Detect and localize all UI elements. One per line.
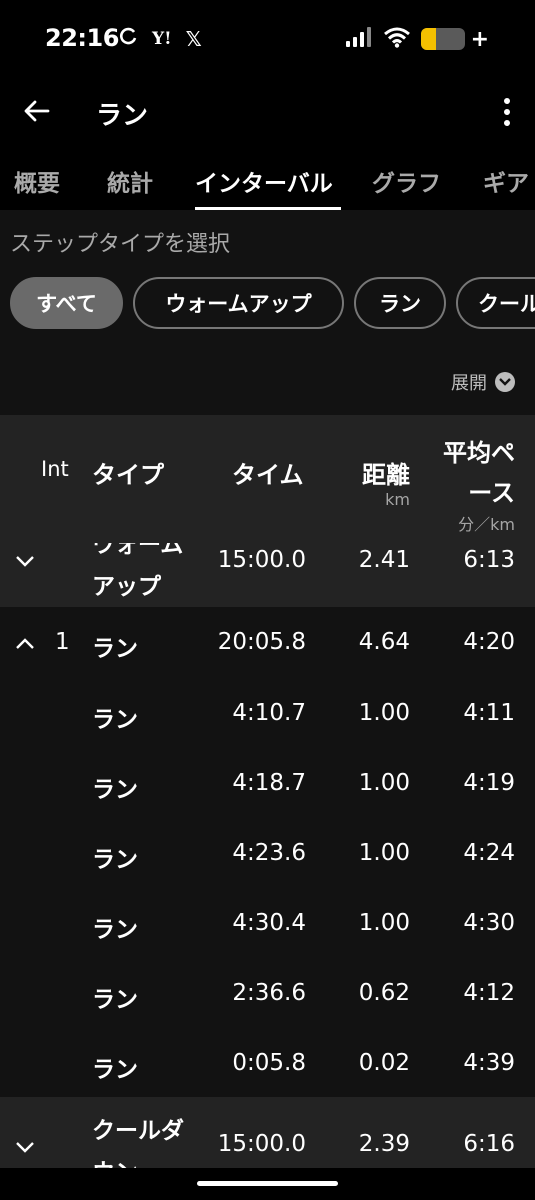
table-row: ラン 4:23.6 1.00 4:24 — [0, 817, 535, 887]
row-distance: 1.00 — [358, 770, 410, 796]
header-distance-unit: km — [385, 490, 410, 509]
row-type: ラン — [92, 636, 138, 662]
sync-icon — [118, 26, 138, 51]
step-type-title: ステップタイプを選択 — [10, 232, 231, 257]
chevron-up-icon[interactable] — [14, 636, 36, 650]
header-pace-line2: ース — [468, 479, 515, 507]
row-type: ラン — [92, 1057, 138, 1083]
row-time: 0:05.8 — [232, 1050, 306, 1076]
row-distance: 2.39 — [358, 1131, 410, 1157]
row-type-line2: アップ — [92, 574, 161, 600]
chip-all[interactable]: すべて — [10, 277, 123, 329]
page-title: ラン — [96, 101, 149, 131]
app-bar: ラン — [0, 78, 535, 148]
tab-bar: 概要 統計 インターバル グラフ ギア — [0, 150, 535, 210]
interval-table-body: ウォーム アップ 15:00.0 2.41 6:13 1 ラン 20:05.8 … — [0, 543, 535, 1168]
table-row: ラン 0:05.8 0.02 4:39 — [0, 1027, 535, 1097]
tab-gear[interactable]: ギア — [483, 164, 529, 198]
home-indicator[interactable] — [197, 1181, 338, 1186]
wifi-icon — [383, 26, 411, 52]
status-time: 22:16 — [45, 24, 119, 52]
row-distance: 1.00 — [358, 840, 410, 866]
row-time: 2:36.6 — [232, 980, 306, 1006]
chevron-down-icon[interactable] — [14, 1139, 36, 1153]
yahoo-icon: Y! — [152, 28, 172, 49]
row-time: 4:10.7 — [232, 700, 306, 726]
interval-table-header: Int タイプ タイム 距離 km 平均ペ ース 分／km — [0, 415, 535, 543]
row-time: 4:23.6 — [232, 840, 306, 866]
row-distance: 4.64 — [358, 629, 410, 655]
tab-interval[interactable]: インターバル — [195, 164, 333, 198]
chip-run[interactable]: ラン — [354, 277, 446, 329]
table-row-warmup[interactable]: ウォーム アップ 15:00.0 2.41 6:13 — [0, 543, 535, 607]
header-type: タイプ — [92, 461, 164, 489]
table-row: ラン 4:30.4 1.00 4:30 — [0, 887, 535, 957]
row-pace: 6:16 — [463, 1131, 515, 1157]
row-pace: 6:13 — [463, 547, 515, 573]
row-int: 1 — [55, 629, 70, 655]
row-time: 4:18.7 — [232, 770, 306, 796]
charging-plus-icon: + — [470, 26, 489, 52]
tab-graph[interactable]: グラフ — [372, 164, 441, 198]
row-pace: 4:12 — [463, 980, 515, 1006]
chip-cooldown[interactable]: クール — [456, 277, 535, 329]
table-row: ラン 4:18.7 1.00 4:19 — [0, 747, 535, 817]
status-bar: 22:16 Y! 𝕏 + — [0, 0, 535, 78]
chip-warmup[interactable]: ウォームアップ — [133, 277, 344, 329]
row-distance: 2.41 — [358, 547, 410, 573]
tab-stats[interactable]: 統計 — [107, 164, 153, 198]
row-distance: 0.02 — [358, 1050, 410, 1076]
battery-icon — [420, 28, 465, 50]
row-type: ラン — [92, 707, 138, 733]
row-type: ラン — [92, 777, 138, 803]
row-distance: 0.62 — [358, 980, 410, 1006]
table-row-run-interval-1[interactable]: 1 ラン 20:05.8 4.64 4:20 — [0, 607, 535, 677]
row-pace: 4:20 — [463, 629, 515, 655]
row-time: 15:00.0 — [217, 1131, 306, 1157]
header-pace-line1: 平均ペ — [443, 439, 515, 467]
row-type-line1: ウォーム — [92, 543, 184, 558]
row-pace: 4:19 — [463, 770, 515, 796]
row-type: ラン — [92, 917, 138, 943]
row-pace: 4:11 — [463, 700, 515, 726]
status-left-icons: Y! 𝕏 — [118, 26, 202, 51]
row-pace: 4:24 — [463, 840, 515, 866]
row-type-line2: ウン — [92, 1153, 138, 1168]
table-row: ラン 4:10.7 1.00 4:11 — [0, 677, 535, 747]
table-row: ラン 2:36.6 0.62 4:12 — [0, 957, 535, 1027]
chevron-down-icon — [495, 372, 515, 392]
row-time: 4:30.4 — [232, 910, 306, 936]
chevron-down-icon[interactable] — [14, 553, 36, 567]
header-distance: 距離 — [362, 461, 410, 489]
row-type-line1: クールダ — [92, 1118, 184, 1144]
row-pace: 4:30 — [463, 910, 515, 936]
back-arrow-icon[interactable] — [22, 96, 52, 126]
row-pace: 4:39 — [463, 1050, 515, 1076]
chip-row: すべて ウォームアップ ラン クール — [10, 277, 535, 333]
step-type-filter: ステップタイプを選択 すべて ウォームアップ ラン クール 展開 — [0, 210, 535, 415]
row-time: 15:00.0 — [217, 547, 306, 573]
tab-overview[interactable]: 概要 — [14, 164, 60, 198]
row-type: ラン — [92, 987, 138, 1013]
header-pace-unit: 分／km — [458, 515, 515, 534]
x-icon: 𝕏 — [185, 26, 202, 51]
header-int: Int — [41, 457, 69, 481]
status-right-icons: + — [345, 26, 489, 52]
more-vert-icon[interactable] — [497, 96, 517, 128]
expand-toggle[interactable]: 展開 — [451, 369, 515, 395]
expand-label: 展開 — [451, 373, 487, 394]
row-distance: 1.00 — [358, 910, 410, 936]
signal-icon — [345, 26, 373, 52]
row-time: 20:05.8 — [217, 629, 306, 655]
table-row-cooldown[interactable]: クールダ ウン 15:00.0 2.39 6:16 — [0, 1097, 535, 1168]
row-distance: 1.00 — [358, 700, 410, 726]
row-type: ラン — [92, 847, 138, 873]
header-time: タイム — [232, 461, 304, 489]
